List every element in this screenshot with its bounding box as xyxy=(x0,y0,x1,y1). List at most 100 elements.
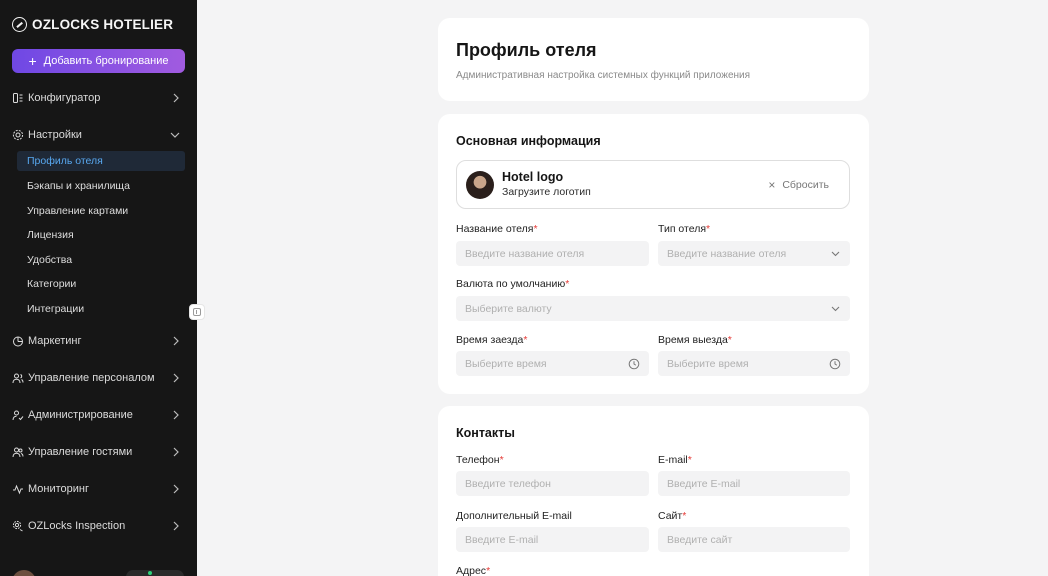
sidebar-item-label: Мониторинг xyxy=(28,483,90,495)
users-icon xyxy=(12,372,24,384)
close-icon: × xyxy=(768,178,776,192)
required-mark: * xyxy=(499,454,504,466)
sidebar-item-settings[interactable]: Настройки xyxy=(12,125,185,145)
hotel-name-label: Название отеля* xyxy=(456,223,538,235)
required-mark: * xyxy=(706,223,711,235)
logo-upload[interactable]: Hotel logo Загрузите логотип × Сбросить xyxy=(456,160,850,209)
extra-email-label: Дополнительный E-mail xyxy=(456,510,572,522)
placeholder: Введите телефон xyxy=(465,477,551,490)
sidebar-subitem-integrations[interactable]: Интеграции xyxy=(17,299,185,319)
site-label: Сайт* xyxy=(658,510,686,522)
address-label: Адрес* xyxy=(456,565,490,576)
sidebar-item-label: Настройки xyxy=(28,129,82,141)
chevron-right-icon xyxy=(171,334,181,351)
sidebar-subitem-cards[interactable]: Управление картами xyxy=(17,201,185,221)
checkin-time-input[interactable]: Выберите время xyxy=(456,351,649,376)
phone-input[interactable]: Введите телефон xyxy=(456,471,649,496)
sidebar-item-administration[interactable]: Администрирование xyxy=(12,405,185,425)
logo-subtitle: Загрузите логотип xyxy=(502,186,591,198)
sidebar-item-label: Конфигуратор xyxy=(28,92,101,104)
sidebar-item-label: Управление гостями xyxy=(28,446,133,458)
site-input[interactable]: Введите сайт xyxy=(658,527,850,552)
sidebar-subitem-categories[interactable]: Категории xyxy=(17,274,185,294)
required-mark: * xyxy=(486,565,491,576)
placeholder: Выберите время xyxy=(667,357,749,370)
label-text: E-mail xyxy=(658,454,688,466)
email-input[interactable]: Введите E-mail xyxy=(658,471,850,496)
sidebar: OZLOCKS HOTELIER + Добавить бронирование… xyxy=(0,0,197,576)
extra-email-input[interactable]: Введите E-mail xyxy=(456,527,649,552)
placeholder: Выберите валюту xyxy=(465,302,552,315)
label-text: Тип отеля xyxy=(658,223,707,235)
reset-logo-button[interactable]: × Сбросить xyxy=(768,178,829,192)
sidebar-item-label: OZLocks Inspection xyxy=(28,520,126,532)
gear-icon xyxy=(12,129,24,141)
user-avatar[interactable] xyxy=(12,570,36,576)
label-text: Дополнительный E-mail xyxy=(456,510,572,522)
page-title: Профиль отеля xyxy=(456,40,597,60)
label-text: Время заезда xyxy=(456,334,524,346)
phone-label: Телефон* xyxy=(456,454,504,466)
sidebar-item-label: Управление персоналом xyxy=(28,372,155,384)
basic-info-card: Основная информация Hotel logo Загрузите… xyxy=(438,114,869,394)
sidebar-subitem-backups[interactable]: Бэкапы и хранилища xyxy=(17,176,185,196)
ozlocks-logo-icon xyxy=(12,17,27,32)
online-status-dot xyxy=(148,571,152,575)
checkout-time-input[interactable]: Выберите время xyxy=(658,351,850,376)
placeholder: Введите E-mail xyxy=(465,533,539,546)
page-header-card: Профиль отеля Административная настройка… xyxy=(438,18,869,101)
hotel-logo-image xyxy=(466,171,494,199)
sidebar-collapse-button[interactable] xyxy=(189,304,205,320)
required-mark: * xyxy=(523,334,528,346)
required-mark: * xyxy=(727,334,732,346)
required-mark: * xyxy=(687,454,692,466)
currency-select[interactable]: Выберите валюту xyxy=(456,296,850,321)
chevron-down-icon xyxy=(830,248,841,262)
sidebar-subitem-amenities[interactable]: Удобства xyxy=(17,250,185,270)
chevron-right-icon xyxy=(171,519,181,536)
logo-title: Hotel logo xyxy=(502,170,564,184)
label-text: Телефон xyxy=(456,454,500,466)
sidebar-panel-icon xyxy=(193,308,201,316)
placeholder: Введите E-mail xyxy=(667,477,741,490)
checkin-label: Время заезда* xyxy=(456,334,527,346)
hotel-type-select[interactable]: Введите название отеля xyxy=(658,241,850,266)
clock-icon xyxy=(628,358,640,373)
reset-label: Сбросить xyxy=(782,179,829,191)
contacts-card: Контакты Телефон* Введите телефон E-mail… xyxy=(438,406,869,576)
sliders-icon xyxy=(12,92,24,104)
sidebar-subitem-hotel-profile[interactable]: Профиль отеля xyxy=(17,151,185,171)
chevron-right-icon xyxy=(171,445,181,462)
page-subtitle: Административная настройка системных фун… xyxy=(456,70,751,81)
hotel-type-label: Тип отеля* xyxy=(658,223,710,235)
clock-icon xyxy=(829,358,841,373)
placeholder: Выберите время xyxy=(465,357,547,370)
add-booking-button[interactable]: + Добавить бронирование xyxy=(12,49,185,73)
label-text: Адрес xyxy=(456,565,487,576)
sidebar-item-staff[interactable]: Управление персоналом xyxy=(12,368,185,388)
sidebar-item-configurator[interactable]: Конфигуратор xyxy=(12,88,185,108)
sidebar-item-label: Администрирование xyxy=(28,409,133,421)
currency-label: Валюта по умолчанию* xyxy=(456,278,569,290)
brand[interactable]: OZLOCKS HOTELIER xyxy=(12,17,173,32)
sidebar-item-monitoring[interactable]: Мониторинг xyxy=(12,479,185,499)
required-mark: * xyxy=(682,510,687,522)
add-booking-label: Добавить бронирование xyxy=(43,55,169,67)
sidebar-item-guests[interactable]: Управление гостями xyxy=(12,442,185,462)
sidebar-item-inspection[interactable]: OZLocks Inspection xyxy=(12,516,185,536)
section-title: Основная информация xyxy=(456,134,601,148)
placeholder: Введите название отеля xyxy=(667,247,787,260)
brand-name: OZLOCKS HOTELIER xyxy=(32,17,174,32)
chevron-right-icon xyxy=(171,408,181,425)
activity-icon xyxy=(12,483,24,495)
sidebar-item-marketing[interactable]: Маркетинг xyxy=(12,331,185,351)
required-mark: * xyxy=(565,278,570,290)
label-text: Сайт xyxy=(658,510,683,522)
hotel-name-input[interactable]: Введите название отеля xyxy=(456,241,649,266)
checkout-label: Время выезда* xyxy=(658,334,732,346)
status-toggle[interactable] xyxy=(126,570,184,576)
sidebar-item-label: Маркетинг xyxy=(28,335,82,347)
sidebar-subitem-license[interactable]: Лицензия xyxy=(17,225,185,245)
pie-chart-icon xyxy=(12,335,24,347)
section-title: Контакты xyxy=(456,426,515,440)
